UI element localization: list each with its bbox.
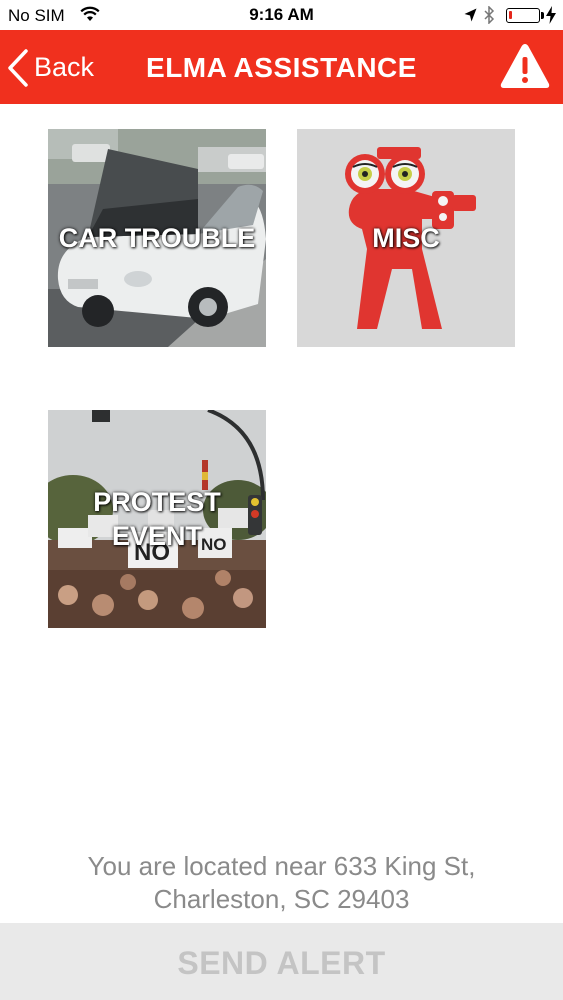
bluetooth-icon [484,6,495,24]
navigation-bar: Back ELMA ASSISTANCE [0,30,563,104]
page-title: ELMA ASSISTANCE [146,52,417,83]
tile-misc[interactable]: MISC [297,129,515,347]
tile-label: PROTEST EVENT [93,487,221,551]
location-text: You are located near 633 King St, Charle… [87,851,476,914]
battery-level-fill [509,11,512,19]
tile-label: MISC [372,223,440,253]
tile-label: CAR TROUBLE [58,223,256,253]
location-arrow-icon [464,8,477,22]
tile-car-trouble[interactable]: CAR TROUBLE [48,129,266,347]
send-alert-label: SEND ALERT [177,945,386,981]
status-bar: No SIM 9:16 AM [0,0,563,30]
warning-triangle-icon[interactable] [499,42,551,90]
charging-bolt-icon [546,6,556,24]
battery-icon [506,8,540,23]
send-alert-button[interactable]: SEND ALERT [0,923,563,1000]
clock-time: 9:16 AM [249,5,314,24]
battery-tip [541,12,544,19]
tile-protest-event[interactable]: NO NO PROTEST EVENT [48,410,266,628]
